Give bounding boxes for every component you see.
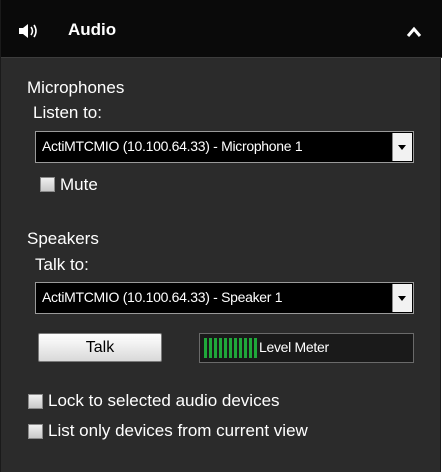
list-only-checkbox[interactable] [28,424,43,439]
talk-button[interactable]: Talk [38,333,162,362]
speaker-icon [19,24,37,38]
lock-devices-checkbox[interactable] [28,394,43,409]
talk-to-label: Talk to: [35,255,89,274]
microphone-select-value: ActiMTCMIO (10.100.64.33) - Microphone 1 [42,138,303,154]
speaker-select[interactable]: ActiMTCMIO (10.100.64.33) - Speaker 1 [35,282,414,314]
microphone-select[interactable]: ActiMTCMIO (10.100.64.33) - Microphone 1 [35,131,414,163]
panel-header[interactable]: Audio [1,0,442,58]
audio-panel: Audio Microphones Listen to: ActiMTCMIO … [0,0,442,472]
level-meter-bars [204,338,257,358]
panel-title: Audio [68,20,117,39]
level-meter: Level Meter [199,333,414,363]
speakers-heading: Speakers [27,229,99,248]
mute-checkbox[interactable] [40,177,55,192]
level-meter-label: Level Meter [259,339,329,355]
listen-to-label: Listen to: [33,103,102,122]
chevron-down-icon[interactable] [392,133,412,161]
chevron-down-icon[interactable] [392,284,412,312]
mute-label: Mute [60,175,98,194]
chevron-up-icon[interactable] [406,26,422,38]
list-only-label: List only devices from current view [48,421,308,440]
speaker-select-value: ActiMTCMIO (10.100.64.33) - Speaker 1 [42,289,283,305]
microphones-heading: Microphones [27,78,125,97]
lock-devices-label: Lock to selected audio devices [48,391,280,410]
